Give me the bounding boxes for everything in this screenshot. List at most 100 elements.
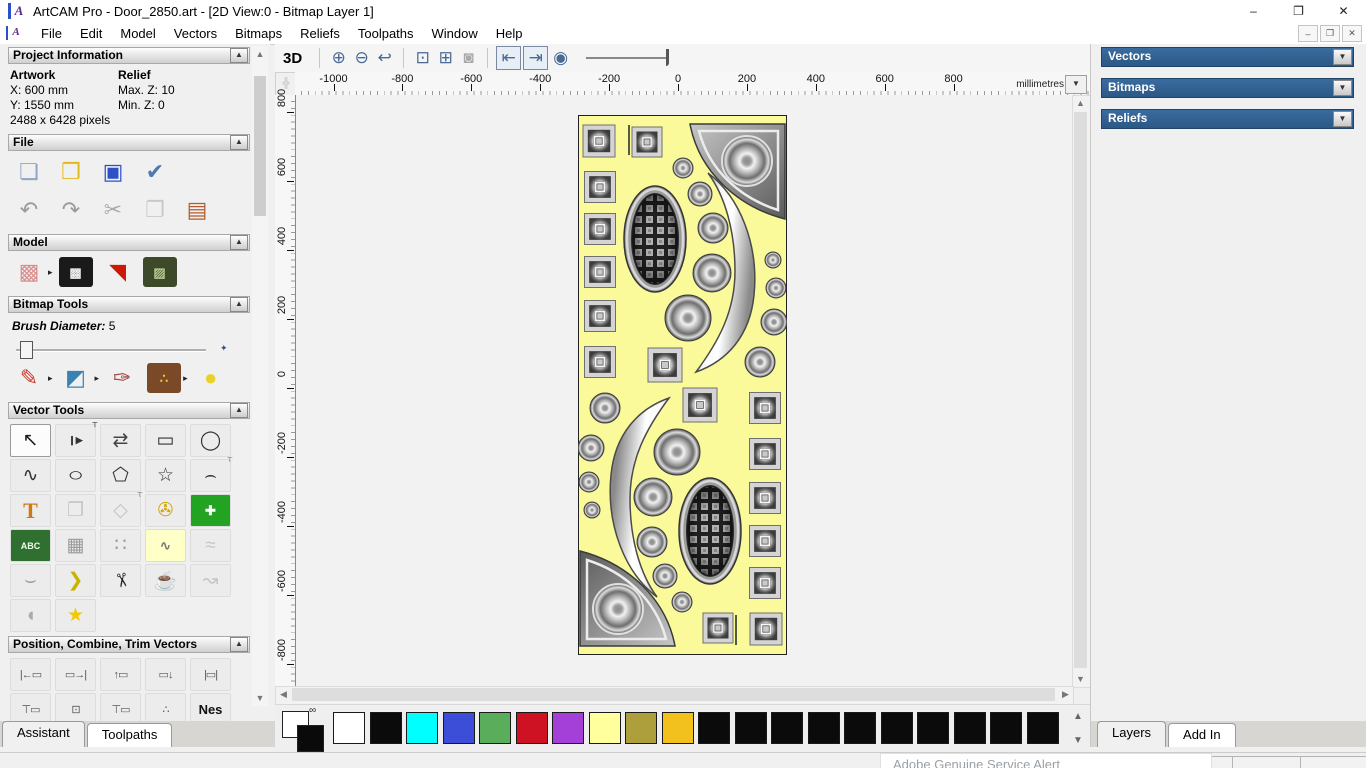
link-colours-icon[interactable]: ∞ [309,705,316,716]
align-left-icon[interactable]: |←▭ [10,658,51,691]
measure-icon[interactable]: ✇ [145,494,186,527]
menu-reliefs[interactable]: Reliefs [291,24,349,43]
flyout-arrow-icon[interactable]: ▸ [48,373,53,384]
palette-swatch-13[interactable] [807,712,840,744]
palette-scroll[interactable]: ▲ ▼ [1069,709,1087,749]
palette-swatch-6[interactable] [552,712,584,744]
bitmap-visibility-icon[interactable]: ◉ [549,47,572,69]
create-polygon-icon[interactable]: ⬠ [100,459,141,492]
align-centre-icon[interactable]: |▭| [190,658,231,691]
wizard-star-icon[interactable]: ★ [55,599,96,632]
create-arc-icon[interactable]: ⌢ ⊤ [190,457,233,492]
menu-edit[interactable]: Edit [71,24,111,43]
join-vectors-icon[interactable]: ❯ [55,564,96,597]
section-position-combine-trim[interactable]: Position, Combine, Trim Vectors ▲ [8,636,250,653]
model-wizard-icon[interactable]: ✔ [138,157,172,187]
create-polyline-icon[interactable]: ∿ [10,459,51,492]
palette-swatch-9[interactable] [661,712,694,744]
scroll-up-icon[interactable]: ▲ [1073,96,1088,111]
scroll-down-icon[interactable]: ▼ [1069,733,1087,749]
paint-icon[interactable]: ✎ [12,363,46,393]
texture-relief-icon[interactable]: ▨ [142,257,177,287]
colour-reduce-icon[interactable]: ● [194,363,228,393]
align-bottom-icon[interactable]: ▭↓ [145,658,186,691]
mdi-restore-button[interactable]: ❐ [1320,25,1340,42]
text-block-icon[interactable]: ABC [10,529,51,562]
palette-swatch-15[interactable] [880,712,913,744]
zoom-previous-icon[interactable]: ↩ [373,47,396,69]
align-top-icon[interactable]: ↑▭ [100,658,141,691]
horizontal-scrollbar[interactable]: ◀ ▶ [275,686,1074,705]
zoom-in-icon[interactable]: ⊕ [327,47,350,69]
greyscale-from-model-icon[interactable]: ▩ [12,257,46,287]
collapse-icon[interactable]: ▲ [230,235,248,250]
adobe-alert-popup[interactable]: Adobe Genuine Service Alert [880,753,1212,768]
mirror-vectors-icon[interactable]: ◖ [10,599,51,632]
paste-icon[interactable]: ▤ [180,195,214,225]
slider-thumb[interactable] [20,341,33,359]
slider-handle[interactable] [666,49,670,66]
redo-icon[interactable]: ↷ [54,195,88,225]
palette-swatch-16[interactable] [917,712,949,744]
dropdown-icon[interactable]: ▼ [1333,49,1352,65]
3d-view-button[interactable]: 3D [283,50,302,67]
scroll-right-icon[interactable]: ▶ [1058,687,1073,702]
vectors-bar[interactable]: Vectors ▼ [1101,47,1354,67]
ruler-units-spinner[interactable]: ▼ [1065,75,1087,94]
palette-swatch-7[interactable] [588,712,621,744]
new-model-icon[interactable]: ❏ [12,157,46,187]
open-model-icon[interactable]: ❒ [54,157,88,187]
align-right-icon[interactable]: ▭→| [55,658,96,691]
scroll-up-icon[interactable]: ▲ [1069,709,1087,725]
palette-swatch-18[interactable] [990,712,1022,744]
model-from-greyscale-icon[interactable]: ▩ [58,257,93,287]
menu-toolpaths[interactable]: Toolpaths [349,24,423,43]
create-star-icon[interactable]: ☆ [145,459,186,492]
create-text-icon[interactable]: T [10,494,51,527]
tab-assistant[interactable]: Assistant [2,721,85,747]
scroll-left-icon[interactable]: ◀ [276,687,291,702]
mdi-minimize-button[interactable]: – [1298,25,1318,42]
palette-swatch-2[interactable] [406,712,438,744]
menu-help[interactable]: Help [487,24,532,43]
scroll-thumb[interactable] [1074,112,1087,668]
mdi-close-button[interactable]: ✕ [1342,25,1362,42]
palette-swatch-0[interactable] [333,712,365,744]
sketch-icon[interactable]: ≈ [190,529,231,562]
create-ellipse-icon[interactable]: ○ [55,459,96,492]
palette-icon[interactable]: ∴ [147,363,182,393]
palette-swatch-17[interactable] [953,712,986,744]
flyout-arrow-icon[interactable]: ▸ [48,267,53,278]
section-bitmap-tools[interactable]: Bitmap Tools ▲ [8,296,250,313]
tab-toolpaths[interactable]: Toolpaths [86,723,173,747]
palette-swatch-8[interactable] [625,712,657,744]
zoom-object-icon[interactable]: ◙ [457,47,480,69]
doctor-cross-icon[interactable]: ✚ [190,494,231,527]
zoom-1to1-icon[interactable]: ⊡ [411,47,434,69]
scroll-down-icon[interactable]: ▼ [252,690,268,706]
collapse-icon[interactable]: ▲ [230,48,248,63]
palette-swatch-1[interactable] [369,712,402,744]
minimize-button[interactable]: – [1231,0,1276,22]
menu-vectors[interactable]: Vectors [165,24,226,43]
next-bitmap-layer-button[interactable]: ⇥ [523,46,549,70]
tab-layers[interactable]: Layers [1097,721,1167,747]
section-model[interactable]: Model ▲ [8,234,250,251]
dropdown-icon[interactable]: ▼ [1333,80,1352,96]
dropdown-icon[interactable]: ▼ [1333,111,1352,127]
undo-icon[interactable]: ↶ [12,195,46,225]
palette-swatch-4[interactable] [479,712,511,744]
fillet-icon[interactable]: ⌣ [10,564,51,597]
spline-icon[interactable]: ↝ [190,564,231,597]
collapse-icon[interactable]: ▲ [230,135,248,150]
paste-along-curve-icon[interactable]: ∷ [100,529,141,562]
flyout-arrow-icon[interactable]: ▸ [95,373,100,384]
envelope-distort-icon[interactable]: ▦ [55,529,96,562]
offset-vector-icon[interactable]: ◇ ⊤ [100,492,143,527]
select-vectors-icon[interactable]: ↖ [10,424,51,457]
palette-swatch-19[interactable] [1026,712,1059,744]
scroll-thumb[interactable] [292,688,1055,701]
section-file[interactable]: File ▲ [8,134,250,151]
collapse-icon[interactable]: ▲ [230,403,248,418]
slider-track[interactable] [16,349,206,352]
